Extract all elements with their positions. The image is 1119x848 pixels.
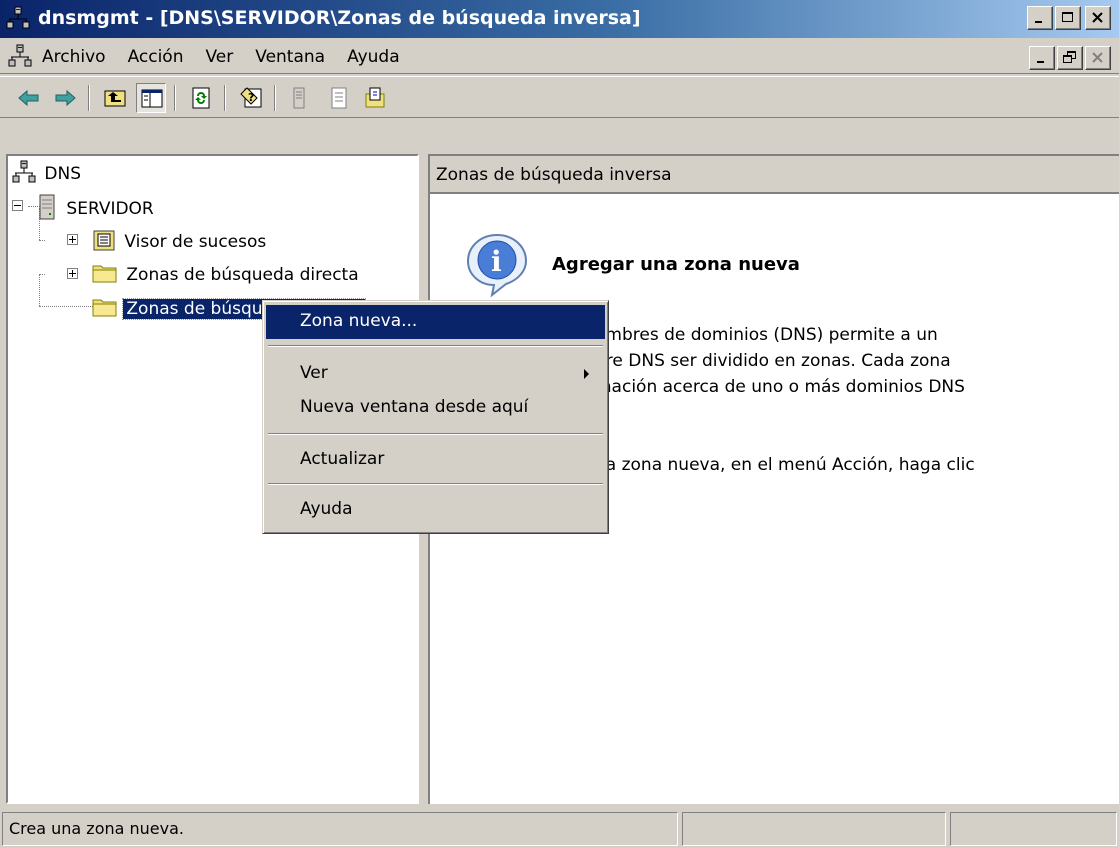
- collapse-toggle[interactable]: [12, 200, 23, 211]
- menu-separator: [268, 483, 603, 485]
- context-menu-item-ver[interactable]: Ver: [266, 357, 605, 391]
- info-text-line: mación acerca de uno o más dominios DNS: [595, 377, 965, 397]
- menu-accion[interactable]: Acción: [117, 47, 195, 67]
- details-header: Zonas de búsqueda inversa: [430, 156, 1119, 194]
- tree-node-dns[interactable]: DNS: [12, 160, 84, 184]
- menu-bar: Archivo Acción Ver Ventana Ayuda: [0, 40, 1119, 74]
- up-one-level-button[interactable]: [100, 83, 130, 113]
- title-bar[interactable]: dnsmgmt - [DNS\SERVIDOR\Zonas de búsqued…: [0, 0, 1119, 38]
- server-icon: [293, 87, 305, 109]
- back-button[interactable]: [14, 83, 44, 113]
- tree-line: [39, 306, 95, 307]
- context-menu-item-actualizar[interactable]: Actualizar: [266, 443, 605, 477]
- window-title: dnsmgmt - [DNS\SERVIDOR\Zonas de búsqued…: [38, 7, 641, 29]
- status-bar: Crea una zona nueva.: [0, 810, 1119, 848]
- minimize-icon: [1037, 61, 1044, 63]
- caption-buttons: [1027, 6, 1111, 30]
- maximize-button[interactable]: [1055, 6, 1081, 30]
- properties-button[interactable]: [324, 83, 354, 113]
- menu-ver[interactable]: Ver: [195, 47, 245, 67]
- close-icon: [1092, 52, 1103, 63]
- up-folder-icon: [104, 90, 126, 107]
- dns-app-icon: [6, 6, 30, 29]
- toolbar-separator: [274, 85, 276, 111]
- tree-node-zonas-directa[interactable]: Zonas de búsqueda directa: [92, 262, 362, 285]
- mdi-close-button[interactable]: [1085, 46, 1111, 70]
- export-icon: [365, 87, 385, 108]
- info-text-line: ombres de dominios (DNS) permite a un: [595, 325, 938, 345]
- context-menu-item-zona-nueva[interactable]: Zona nueva...: [266, 305, 605, 339]
- status-text: Crea una zona nueva.: [2, 812, 678, 846]
- expand-toggle[interactable]: [67, 268, 78, 279]
- info-text-line: na zona nueva, en el menú Acción, haga c…: [595, 455, 975, 475]
- mdi-caption-buttons: [1029, 46, 1111, 70]
- svg-text:?: ?: [248, 91, 254, 104]
- context-menu-item-label: Ver: [300, 363, 328, 383]
- context-menu: Zona nueva... Ver Nueva ventana desde aq…: [262, 300, 609, 534]
- mdi-minimize-button[interactable]: [1029, 46, 1055, 70]
- tree-node-label: Zonas de búsqueda directa: [126, 265, 359, 285]
- toolbar-separator: [174, 85, 176, 111]
- forward-arrow-icon: [55, 89, 76, 107]
- toolbar: ?: [0, 76, 1119, 118]
- toolbar-separator: [224, 85, 226, 111]
- tree-node-label: SERVIDOR: [66, 199, 154, 219]
- info-title: Agregar una zona nueva: [552, 254, 800, 275]
- tree-node-label: Visor de sucesos: [124, 232, 267, 252]
- toolbar-separator: [88, 85, 90, 111]
- export-list-button[interactable]: [360, 83, 390, 113]
- tree-line: [39, 274, 40, 306]
- refresh-icon: [192, 87, 210, 109]
- server-icon: [39, 194, 55, 220]
- event-viewer-icon: [93, 230, 115, 251]
- dns-network-icon: [12, 160, 36, 183]
- expand-toggle[interactable]: [67, 234, 78, 245]
- show-hide-tree-icon: [141, 89, 163, 108]
- close-icon: [1092, 12, 1103, 23]
- menu-ayuda[interactable]: Ayuda: [336, 47, 411, 67]
- help-icon: ?: [240, 87, 262, 108]
- mdi-restore-button[interactable]: [1057, 46, 1083, 70]
- forward-button[interactable]: [50, 83, 80, 113]
- menu-separator: [268, 345, 603, 347]
- status-panel: [950, 812, 1117, 846]
- context-menu-item-ayuda[interactable]: Ayuda: [266, 493, 605, 527]
- server-button[interactable]: [284, 83, 314, 113]
- help-button[interactable]: ?: [236, 83, 266, 113]
- close-button[interactable]: [1085, 6, 1111, 30]
- menu-archivo[interactable]: Archivo: [42, 47, 117, 67]
- tree-node-label: DNS: [44, 164, 82, 184]
- tree-node-servidor[interactable]: SERVIDOR: [36, 194, 157, 220]
- status-panel: [682, 812, 946, 846]
- info-icon: i: [466, 233, 528, 298]
- refresh-button[interactable]: [186, 83, 216, 113]
- back-arrow-icon: [18, 89, 39, 107]
- dns-document-icon[interactable]: [8, 44, 32, 68]
- minimize-button[interactable]: [1027, 6, 1053, 30]
- context-menu-item-nueva-ventana[interactable]: Nueva ventana desde aquí: [266, 391, 605, 425]
- menu-separator: [268, 433, 603, 435]
- info-text-line: bre DNS ser dividido en zonas. Cada zona: [595, 351, 951, 371]
- maximize-icon: [1062, 12, 1073, 22]
- minimize-icon: [1035, 21, 1042, 23]
- svg-text:i: i: [491, 245, 502, 278]
- menu-ventana[interactable]: Ventana: [244, 47, 336, 67]
- properties-icon: [331, 87, 347, 109]
- folder-icon: [92, 265, 117, 283]
- tree-node-visor-de-sucesos[interactable]: Visor de sucesos: [92, 228, 269, 252]
- restore-icon: [1063, 51, 1076, 63]
- submenu-arrow-icon: [584, 369, 589, 379]
- tree-line: [39, 240, 45, 241]
- show-hide-console-tree-button[interactable]: [136, 83, 166, 113]
- folder-icon: [92, 299, 117, 317]
